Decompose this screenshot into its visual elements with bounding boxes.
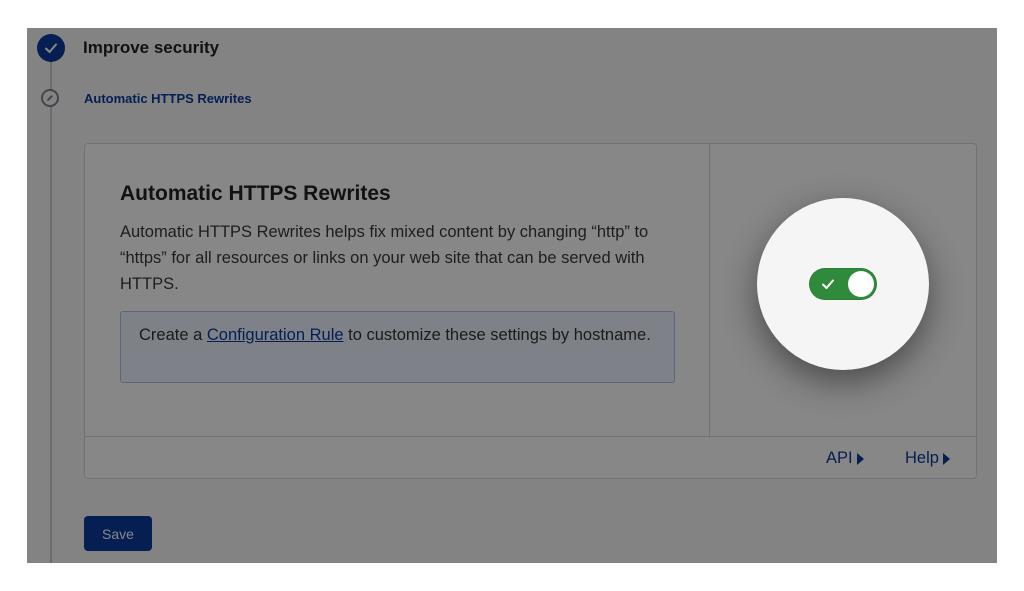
https-rewrites-toggle[interactable]: [809, 268, 877, 300]
api-link[interactable]: API: [826, 449, 864, 468]
substep-label[interactable]: Automatic HTTPS Rewrites: [84, 91, 252, 106]
help-link[interactable]: Help: [905, 449, 950, 468]
stepper-line: [50, 58, 52, 563]
configuration-rule-link[interactable]: Configuration Rule: [207, 326, 344, 344]
note-suffix: to customize these settings by hostname.: [343, 326, 651, 344]
api-link-label: API: [826, 449, 853, 467]
toggle-spotlight: [757, 198, 929, 370]
help-link-label: Help: [905, 449, 939, 467]
save-button[interactable]: Save: [84, 516, 152, 551]
config-rule-note: Create a Configuration Rule to customize…: [120, 311, 675, 383]
setting-title: Automatic HTTPS Rewrites: [120, 182, 391, 205]
toggle-knob: [848, 271, 874, 297]
page-frame: Improve security Automatic HTTPS Rewrite…: [27, 28, 997, 563]
step-complete-icon: [37, 34, 65, 62]
step-title: Improve security: [83, 38, 220, 57]
caret-right-icon: [856, 452, 864, 465]
substep-edit-icon: [41, 89, 59, 107]
caret-right-icon: [942, 452, 950, 465]
note-prefix: Create a: [139, 326, 207, 344]
setting-card-footer: API Help: [85, 436, 976, 478]
check-icon: [822, 279, 834, 289]
setting-description: Automatic HTTPS Rewrites helps fix mixed…: [120, 223, 649, 293]
setting-card-content: Automatic HTTPS Rewrites Automatic HTTPS…: [85, 144, 710, 436]
